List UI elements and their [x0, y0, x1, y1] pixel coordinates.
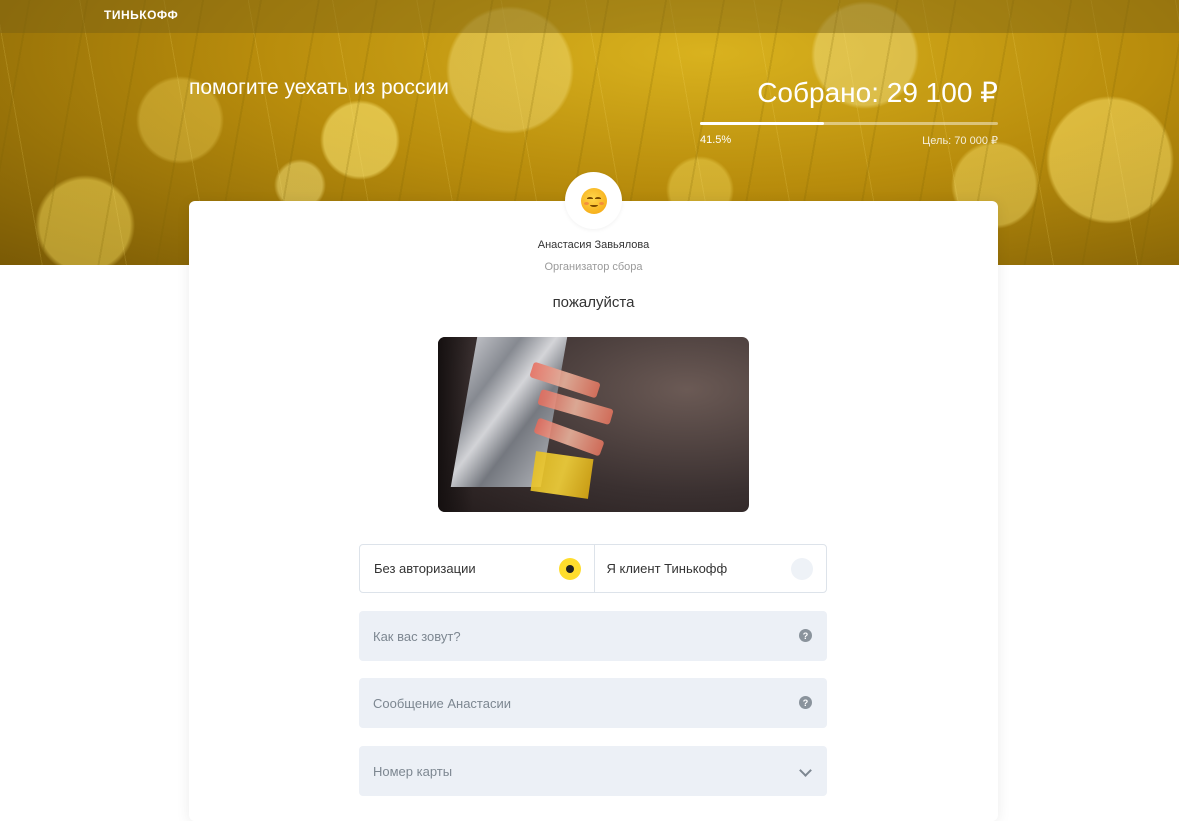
campaign-title: помогите уехать из россии	[189, 76, 449, 99]
campaign-description: пожалуйста	[552, 294, 635, 311]
payment-mode-toggle: Без авторизации Я клиент Тинькофф	[359, 544, 827, 593]
radio-selected-icon[interactable]	[558, 558, 581, 580]
organizer-role: Организатор сбора	[544, 261, 643, 273]
option-tinkoff-client[interactable]: Я клиент Тинькофф	[593, 545, 827, 592]
tinkoff-logo[interactable]: ТИНЬКОФФ	[104, 8, 178, 22]
message-input-placeholder: Сообщение Анастасии	[373, 695, 511, 711]
card-number-placeholder: Номер карты	[373, 763, 453, 779]
name-input-placeholder: Как вас зовут?	[373, 628, 461, 644]
organizer-avatar	[565, 172, 622, 229]
help-icon[interactable]: ?	[799, 696, 812, 709]
top-bar: ТИНЬКОФФ	[0, 0, 1179, 33]
card-number-select[interactable]: Номер карты	[359, 746, 827, 796]
message-input[interactable]: Сообщение Анастасии ?	[359, 678, 827, 728]
campaign-photo	[438, 337, 749, 512]
collected-amount: Собрано: 29 100 ₽	[757, 77, 998, 108]
help-icon[interactable]: ?	[799, 629, 812, 642]
smiling-blush-face-icon	[580, 187, 607, 214]
organizer-name: Анастасия Завьялова	[537, 239, 650, 251]
option-no-auth-label: Без авторизации	[374, 561, 476, 576]
name-input[interactable]: Как вас зовут? ?	[359, 611, 827, 661]
option-no-auth[interactable]: Без авторизации	[360, 545, 594, 592]
goal-amount: Цель: 70 000 ₽	[922, 135, 998, 147]
progress-bar-fill	[700, 122, 824, 125]
progress-bar	[700, 122, 998, 125]
radio-unselected-icon[interactable]	[791, 558, 813, 580]
option-tinkoff-client-label: Я клиент Тинькофф	[606, 561, 728, 576]
progress-percent: 41.5%	[700, 134, 732, 146]
